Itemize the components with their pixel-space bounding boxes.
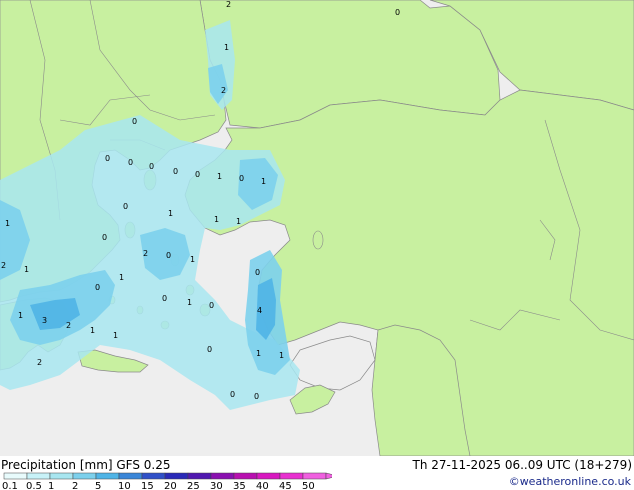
value-label: 0 <box>254 392 259 401</box>
legend-swatch <box>3 472 28 480</box>
value-label: 1 <box>90 326 95 335</box>
legend-label: 0.1 <box>2 481 18 490</box>
legend-swatch <box>118 472 143 480</box>
value-label: 1 <box>261 177 266 186</box>
value-label: 0 <box>166 251 171 260</box>
value-label: 0 <box>95 283 100 292</box>
value-label: 0 <box>149 162 154 171</box>
value-label: 1 <box>113 331 118 340</box>
value-label: 2 <box>1 261 6 270</box>
value-label: 4 <box>257 306 262 315</box>
value-label: 1 <box>217 172 222 181</box>
value-label: 2 <box>66 321 71 330</box>
value-label: 0 <box>105 154 110 163</box>
legend-label: 45 <box>279 481 292 490</box>
legend-label: 35 <box>233 481 246 490</box>
legend-swatch <box>95 472 120 480</box>
value-label: 2 <box>37 358 42 367</box>
legend-swatches <box>3 472 332 480</box>
legend-label: 1 <box>48 481 54 490</box>
legend-swatch <box>49 472 74 480</box>
value-label: 1 <box>224 43 229 52</box>
value-label: 0 <box>207 345 212 354</box>
value-label: 0 <box>173 167 178 176</box>
value-label: 0 <box>132 117 137 126</box>
value-label: 2 <box>143 249 148 258</box>
legend-label: 25 <box>187 481 200 490</box>
legend-label: 50 <box>302 481 315 490</box>
legend-swatch <box>233 472 258 480</box>
value-label: 1 <box>5 219 10 228</box>
legend-label: 0.5 <box>26 481 42 490</box>
legend-label: 15 <box>141 481 154 490</box>
value-label: 0 <box>162 294 167 303</box>
value-label: 2 <box>226 0 231 9</box>
value-label: 1 <box>236 217 241 226</box>
value-label: 0 <box>123 202 128 211</box>
legend-labels: 0.1 0.5 1 2 5 10 15 20 25 30 35 40 45 50 <box>2 481 315 490</box>
legend-arrow <box>325 472 332 480</box>
value-label: 1 <box>119 273 124 282</box>
legend-label: 40 <box>256 481 269 490</box>
value-label: 2 <box>221 86 226 95</box>
map-canvas: 2 0 1 2 0 0 0 0 0 0 1 0 1 0 1 1 1 1 0 2 … <box>0 0 634 456</box>
value-label: 1 <box>18 311 23 320</box>
legend-label: 30 <box>210 481 223 490</box>
map-title: Precipitation [mm] GFS 0.25 <box>1 458 171 472</box>
value-label: 0 <box>255 268 260 277</box>
legend-swatch <box>141 472 166 480</box>
value-label: 1 <box>256 349 261 358</box>
value-label: 1 <box>24 265 29 274</box>
legend-swatch <box>72 472 97 480</box>
value-label: 0 <box>230 390 235 399</box>
map-validity-time: Th 27-11-2025 06..09 UTC (18+279) <box>412 458 632 472</box>
value-label: 0 <box>395 8 400 17</box>
legend-label: 10 <box>118 481 131 490</box>
legend-swatch <box>164 472 189 480</box>
legend-swatch <box>256 472 281 480</box>
legend-label: 5 <box>95 481 101 490</box>
value-label: 0 <box>239 174 244 183</box>
legend-swatch <box>26 472 51 480</box>
legend-swatch <box>302 472 327 480</box>
value-label: 0 <box>195 170 200 179</box>
value-label: 1 <box>187 298 192 307</box>
value-label: 0 <box>128 158 133 167</box>
value-label: 0 <box>209 301 214 310</box>
legend-swatch <box>187 472 212 480</box>
value-label: 1 <box>214 215 219 224</box>
legend-swatch <box>210 472 235 480</box>
precipitation-map: 2 0 1 2 0 0 0 0 0 0 1 0 1 0 1 1 1 1 0 2 … <box>0 0 634 456</box>
value-label: 3 <box>42 316 47 325</box>
value-label: 1 <box>168 209 173 218</box>
legend-label: 20 <box>164 481 177 490</box>
legend-label: 2 <box>72 481 78 490</box>
value-label: 1 <box>279 351 284 360</box>
credit-link[interactable]: ©weatheronline.co.uk <box>509 475 631 489</box>
value-label: 1 <box>190 255 195 264</box>
value-label: 0 <box>102 233 107 242</box>
precipitation-legend: 0.1 0.5 1 2 5 10 15 20 25 30 35 40 45 50 <box>2 472 332 490</box>
legend-swatch <box>279 472 304 480</box>
